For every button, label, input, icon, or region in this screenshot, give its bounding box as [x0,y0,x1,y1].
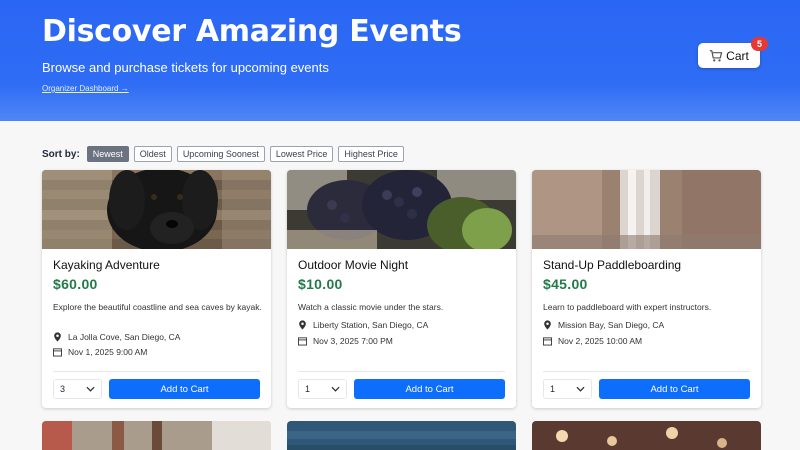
event-price: $10.00 [298,276,343,292]
calendar-icon [53,348,62,357]
location-pin-icon [544,320,551,330]
event-location: Liberty Station, San Diego, CA [298,320,428,330]
card-divider [53,371,260,372]
event-title: Kayaking Adventure [53,258,160,272]
event-image-grapes [287,170,516,249]
quantity-value: 3 [60,384,66,394]
location-pin-icon [54,332,61,342]
event-title: Outdoor Movie Night [298,258,409,272]
calendar-icon [543,337,552,346]
organizer-dashboard-link[interactable]: Organizer Dashboard → [42,84,129,93]
event-location-text: Liberty Station, San Diego, CA [313,320,429,330]
event-description: Explore the beautiful coastline and sea … [53,302,262,312]
cart-count-badge: 5 [751,37,768,51]
event-card-image-partial[interactable] [532,421,761,450]
quantity-value: 1 [550,384,556,394]
quantity-value: 1 [305,384,311,394]
cart-label: Cart [726,48,749,63]
calendar-icon [298,337,307,346]
event-location: Mission Bay, San Diego, CA [543,320,664,330]
event-location-text: La Jolla Cove, San Diego, CA [68,332,181,342]
event-date-text: Nov 3, 2025 7:00 PM [313,336,393,346]
event-card: Outdoor Movie Night $10.00 Watch a class… [287,170,516,408]
location-pin-icon [299,320,306,330]
add-to-cart-button[interactable]: Add to Cart [599,379,750,399]
page-subtitle: Browse and purchase tickets for upcoming… [42,60,329,75]
page-title: Discover Amazing Events [42,14,462,49]
event-description: Learn to paddleboard with expert instruc… [543,302,712,312]
sort-label: Sort by: [42,148,80,160]
event-date: Nov 3, 2025 7:00 PM [298,336,393,346]
sort-upcoming-soonest[interactable]: Upcoming Soonest [176,146,265,162]
event-date: Nov 1, 2025 9:00 AM [53,347,147,357]
event-location-text: Mission Bay, San Diego, CA [558,320,665,330]
event-card: Kayaking Adventure $60.00 Explore the be… [42,170,271,408]
event-price: $60.00 [53,276,98,292]
event-description: Watch a classic movie under the stars. [298,302,444,312]
chevron-down-icon [331,386,340,392]
sort-newest[interactable]: Newest [86,146,129,162]
card-divider [543,371,750,372]
card-divider [298,371,505,372]
add-to-cart-button[interactable]: Add to Cart [354,379,505,399]
quantity-select[interactable]: 1 [298,379,347,399]
event-location: La Jolla Cove, San Diego, CA [53,332,180,342]
event-date: Nov 2, 2025 10:00 AM [543,336,642,346]
event-card: Stand-Up Paddleboarding $45.00 Learn to … [532,170,761,408]
sort-oldest[interactable]: Oldest [133,146,172,162]
event-title: Stand-Up Paddleboarding [543,258,682,272]
quantity-select[interactable]: 3 [53,379,102,399]
chevron-down-icon [576,386,585,392]
sort-lowest-price[interactable]: Lowest Price [269,146,334,162]
event-image-dog [42,170,271,249]
event-date-text: Nov 2, 2025 10:00 AM [558,336,643,346]
sort-bar: Sort by: Newest Oldest Upcoming Soonest … [42,146,404,162]
event-price: $45.00 [543,276,588,292]
add-to-cart-button[interactable]: Add to Cart [109,379,260,399]
event-date-text: Nov 1, 2025 9:00 AM [68,347,148,357]
sort-highest-price[interactable]: Highest Price [338,146,404,162]
quantity-select[interactable]: 1 [543,379,592,399]
chevron-down-icon [86,386,95,392]
event-image-waterfall [532,170,761,249]
event-card-image-partial[interactable] [287,421,516,450]
event-card-image-partial[interactable] [42,421,271,450]
cart-icon [710,49,723,62]
hero-banner: Discover Amazing Events Browse and purch… [0,0,800,121]
